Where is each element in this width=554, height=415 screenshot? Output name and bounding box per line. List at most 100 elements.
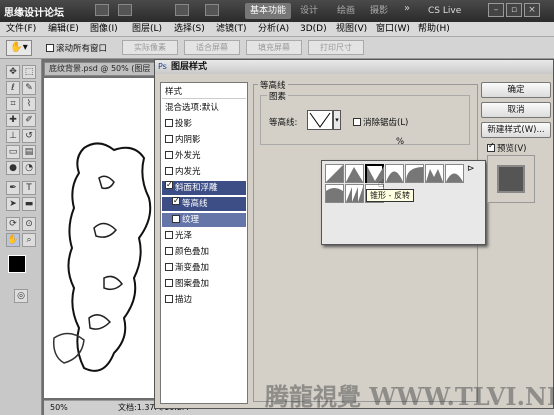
workspace-more-icon[interactable]: » (404, 3, 410, 14)
menu-analysis[interactable]: 分析(A) (258, 23, 289, 36)
eyedropper-tool-icon[interactable]: ⌇ (22, 97, 36, 111)
fit-screen-button[interactable]: 适合屏幕 (184, 40, 240, 55)
cancel-button[interactable]: 取消 (481, 102, 551, 118)
styles-header[interactable]: 样式 (162, 85, 246, 99)
contour-preset-ring[interactable] (425, 164, 444, 183)
style-item-inner-glow[interactable]: 内发光 (162, 165, 246, 179)
menu-layer[interactable]: 图层(L) (132, 23, 162, 36)
3d-rotate-tool-icon[interactable]: ⟳ (6, 217, 20, 231)
menu-help[interactable]: 帮助(H) (418, 23, 450, 36)
checkbox-icon[interactable] (487, 144, 495, 152)
quick-select-tool-icon[interactable]: ✎ (22, 81, 36, 95)
checkbox-icon[interactable] (165, 119, 173, 127)
pen-tool-icon[interactable]: ✒ (6, 181, 20, 195)
gradient-tool-icon[interactable]: ▤ (22, 145, 36, 159)
actual-pixels-button[interactable]: 实际像素 (122, 40, 178, 55)
contour-preset-cone[interactable] (345, 164, 364, 183)
workspace-tab-painting[interactable]: 绘画 (332, 3, 360, 19)
contour-preset-linear[interactable] (325, 164, 344, 183)
style-item-color-overlay[interactable]: 颜色叠加 (162, 245, 246, 259)
crop-tool-icon[interactable]: ⌗ (6, 97, 20, 111)
restore-icon[interactable]: ▫ (506, 3, 522, 17)
contour-preset-half-round[interactable] (405, 164, 424, 183)
contour-picker[interactable] (307, 110, 333, 130)
menu-view[interactable]: 视图(V) (336, 23, 367, 36)
checkbox-icon[interactable] (165, 247, 173, 255)
close-icon[interactable]: × (524, 3, 540, 17)
screen-mode-icon[interactable] (205, 4, 219, 16)
style-item-contour[interactable]: 等高线 (162, 197, 246, 211)
style-item-texture[interactable]: 纹理 (162, 213, 246, 227)
brush-tool-icon[interactable]: ✐ (22, 113, 36, 127)
foreground-color-swatch[interactable] (8, 255, 26, 273)
checkbox-icon[interactable] (165, 231, 173, 239)
fill-screen-button[interactable]: 填充屏幕 (246, 40, 302, 55)
shape-tool-icon[interactable]: ▬ (22, 197, 36, 211)
workspace-tab-essentials[interactable]: 基本功能 (245, 3, 292, 19)
menu-filter[interactable]: 滤镜(T) (216, 23, 247, 36)
checkbox-icon[interactable] (165, 135, 173, 143)
lasso-tool-icon[interactable]: ℓ (6, 81, 20, 95)
checkbox-icon[interactable] (165, 167, 173, 175)
blend-options-item[interactable]: 混合选项:默认 (162, 101, 246, 115)
workspace-tab-design[interactable]: 设计 (295, 3, 323, 19)
checkbox-icon[interactable] (165, 263, 173, 271)
contour-preset-ring-double[interactable] (445, 164, 464, 183)
minibridge-icon[interactable] (118, 4, 132, 16)
clone-stamp-tool-icon[interactable]: ⊥ (6, 129, 20, 143)
ok-button[interactable]: 确定 (481, 82, 551, 98)
print-size-button[interactable]: 打印尺寸 (308, 40, 364, 55)
checkbox-icon[interactable] (165, 295, 173, 303)
menu-edit[interactable]: 编辑(E) (48, 23, 79, 36)
contour-preset-rolling[interactable] (325, 184, 344, 203)
preset-menu-arrow-icon[interactable]: ⊳ (467, 164, 475, 174)
new-style-button[interactable]: 新建样式(W)... (481, 122, 551, 138)
3d-orbit-tool-icon[interactable]: ⊙ (22, 217, 36, 231)
bridge-icon[interactable] (95, 4, 109, 16)
anti-alias-checkbox[interactable]: 消除锯齿(L) (353, 116, 408, 128)
cs-live-button[interactable]: CS Live (428, 3, 461, 19)
arrange-icon[interactable] (175, 4, 189, 16)
style-item-satin[interactable]: 光泽 (162, 229, 246, 243)
style-item-drop-shadow[interactable]: 投影 (162, 117, 246, 131)
menu-window[interactable]: 窗口(W) (376, 23, 410, 36)
checkbox-icon[interactable] (172, 215, 180, 223)
scroll-all-windows-checkbox[interactable]: 滚动所有窗口 (46, 42, 107, 54)
move-tool-icon[interactable]: ✥ (6, 65, 20, 79)
hand-tool-icon[interactable]: ✋ (6, 233, 20, 247)
preview-checkbox[interactable]: 预览(V) (487, 142, 526, 154)
marquee-tool-icon[interactable]: ⬚ (22, 65, 36, 79)
zoom-tool-icon[interactable]: ⌕ (22, 233, 36, 247)
checkbox-icon[interactable] (353, 118, 361, 126)
healing-brush-tool-icon[interactable]: ✚ (6, 113, 20, 127)
menu-3d[interactable]: 3D(D) (300, 23, 327, 36)
style-item-pattern-overlay[interactable]: 图案叠加 (162, 277, 246, 291)
workspace-tab-photography[interactable]: 摄影 (365, 3, 393, 19)
quick-mask-icon[interactable]: ◎ (14, 289, 28, 303)
menu-image[interactable]: 图像(I) (90, 23, 118, 36)
type-tool-icon[interactable]: T (22, 181, 36, 195)
history-brush-tool-icon[interactable]: ↺ (22, 129, 36, 143)
document-canvas[interactable] (44, 78, 164, 398)
style-item-stroke[interactable]: 描边 (162, 293, 246, 307)
zoom-level[interactable]: 50% (50, 401, 68, 414)
style-item-gradient-overlay[interactable]: 渐变叠加 (162, 261, 246, 275)
path-select-tool-icon[interactable]: ➤ (6, 197, 20, 211)
minimize-icon[interactable]: – (488, 3, 504, 17)
dodge-tool-icon[interactable]: ◔ (22, 161, 36, 175)
checkbox-icon[interactable] (172, 197, 180, 205)
hand-tool-preset-icon[interactable]: ✋▾ (6, 40, 32, 56)
eraser-tool-icon[interactable]: ▭ (6, 145, 20, 159)
style-item-bevel-emboss[interactable]: 斜面和浮雕 (162, 181, 246, 195)
style-item-outer-glow[interactable]: 外发光 (162, 149, 246, 163)
checkbox-icon[interactable] (165, 279, 173, 287)
blur-tool-icon[interactable]: ● (6, 161, 20, 175)
checkbox-icon[interactable] (165, 181, 173, 189)
style-item-inner-shadow[interactable]: 内阴影 (162, 133, 246, 147)
menu-select[interactable]: 选择(S) (174, 23, 205, 36)
chevron-down-icon[interactable]: ▾ (333, 110, 341, 130)
checkbox-icon[interactable] (165, 151, 173, 159)
contour-preset-sawtooth[interactable] (345, 184, 364, 203)
menu-file[interactable]: 文件(F) (6, 23, 36, 36)
contour-preset-gaussian[interactable] (385, 164, 404, 183)
